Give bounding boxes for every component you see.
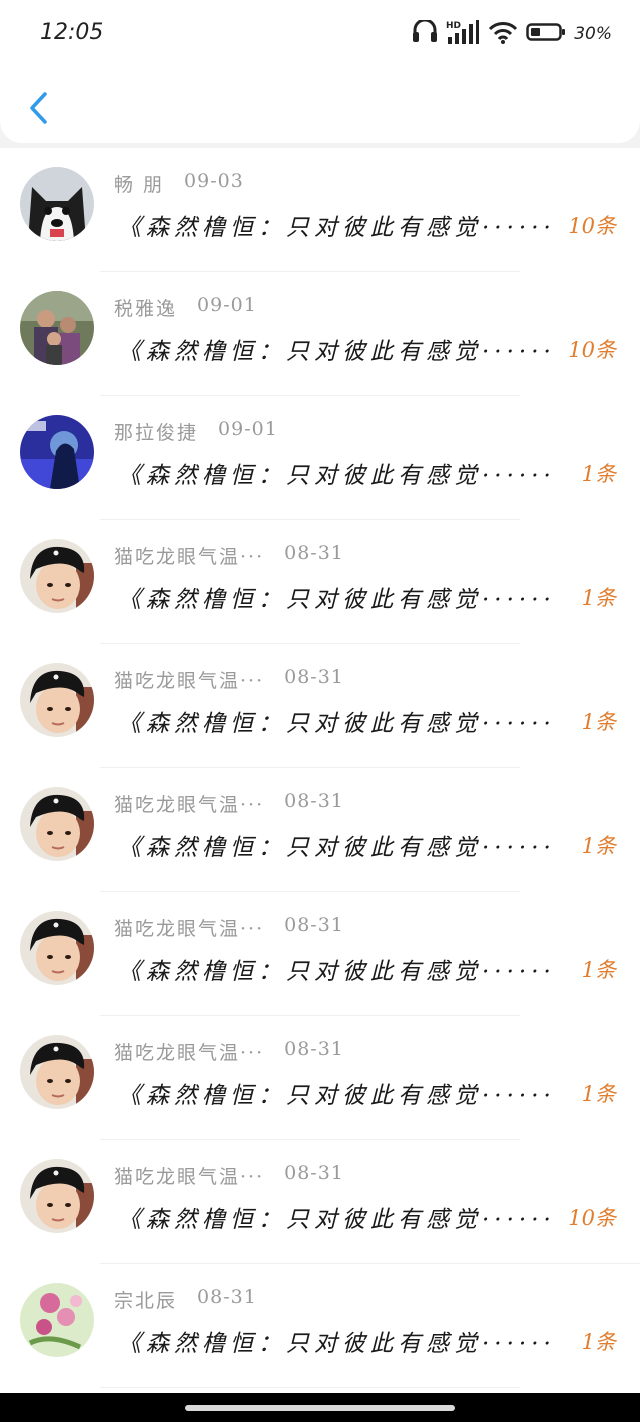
avatar[interactable] xyxy=(20,1159,94,1233)
message-title: 《森然橹恒：只对彼此有感觉······ xyxy=(118,587,556,613)
user-name: 猫吃龙眼气温··· xyxy=(114,1042,265,1064)
message-count: 10条 xyxy=(568,214,616,238)
message-title: 《森然橹恒：只对彼此有感觉······ xyxy=(118,339,556,365)
message-count: 1条 xyxy=(581,834,616,858)
name-line: 猫吃龙眼气温··· xyxy=(114,1162,264,1188)
message-list: 畅 朋 09-03 《森然橹恒：只对彼此有感觉······ 10条 税雅逸 09-01 《森… xyxy=(0,148,640,1393)
message-title: 《森然橹恒：只对彼此有感觉······ xyxy=(118,1083,556,1109)
message-title: 《森然橹恒：只对彼此有感觉······ xyxy=(118,959,556,985)
message-title: 《森然橹恒：只对彼此有感觉······ xyxy=(118,463,556,489)
wifi-icon xyxy=(488,20,518,48)
list-item[interactable]: 猫吃龙眼气温··· 08-31 《森然橹恒：只对彼此有感觉······ 1条 xyxy=(0,1016,640,1140)
avatar[interactable] xyxy=(20,787,94,861)
list-item[interactable]: 那拉俊捷 09-01 《森然橹恒：只对彼此有感觉······ 1条 xyxy=(0,396,640,520)
message-date: 08-31 xyxy=(197,1286,257,1308)
name-line: 畅 朋 xyxy=(114,170,164,196)
hd-signal-icon: HD xyxy=(446,19,480,49)
user-name: 猫吃龙眼气温··· xyxy=(114,918,265,940)
message-date: 09-01 xyxy=(197,294,257,316)
avatar[interactable] xyxy=(20,911,94,985)
user-name: 畅 朋 xyxy=(114,174,165,196)
message-date: 08-31 xyxy=(284,790,344,812)
avatar[interactable] xyxy=(20,167,94,241)
message-count: 1条 xyxy=(581,1330,616,1354)
message-count: 10条 xyxy=(568,338,616,362)
list-item[interactable]: 畅 朋 09-03 《森然橹恒：只对彼此有感觉······ 10条 xyxy=(0,148,640,272)
home-indicator[interactable] xyxy=(185,1405,455,1411)
message-count: 1条 xyxy=(581,462,616,486)
status-bar: 12:05 HD 30% xyxy=(0,0,640,70)
battery-percent: 30% xyxy=(574,24,612,44)
row-divider xyxy=(100,1387,520,1388)
name-line: 猫吃龙眼气温··· xyxy=(114,914,264,940)
list-item[interactable]: 猫吃龙眼气温··· 08-31 《森然橹恒：只对彼此有感觉······ 1条 xyxy=(0,768,640,892)
list-item[interactable]: 猫吃龙眼气温··· 08-31 《森然橹恒：只对彼此有感觉······ 10条 xyxy=(0,1140,640,1264)
chevron-left-icon xyxy=(30,92,47,124)
list-item[interactable]: 税雅逸 09-01 《森然橹恒：只对彼此有感觉······ 10条 xyxy=(0,272,640,396)
name-line: 宗北辰 xyxy=(114,1286,177,1312)
message-title: 《森然橹恒：只对彼此有感觉······ xyxy=(118,1331,556,1357)
message-date: 08-31 xyxy=(284,1162,344,1184)
back-button[interactable] xyxy=(18,86,58,130)
avatar[interactable] xyxy=(20,663,94,737)
message-date: 09-03 xyxy=(184,170,244,192)
status-icons: HD 30% xyxy=(412,18,612,49)
avatar[interactable] xyxy=(20,291,94,365)
message-title: 《森然橹恒：只对彼此有感觉······ xyxy=(118,215,556,241)
list-item[interactable]: 猫吃龙眼气温··· 08-31 《森然橹恒：只对彼此有感觉······ 1条 xyxy=(0,644,640,768)
message-count: 1条 xyxy=(581,1082,616,1106)
list-item[interactable]: 猫吃龙眼气温··· 08-31 《森然橹恒：只对彼此有感觉······ 1条 xyxy=(0,520,640,644)
system-nav-bar xyxy=(0,1393,640,1422)
list-item[interactable]: 宗北辰 08-31 《森然橹恒：只对彼此有感觉······ 1条 xyxy=(0,1264,640,1388)
message-date: 08-31 xyxy=(284,666,344,688)
user-name: 宗北辰 xyxy=(114,1290,178,1312)
name-line: 猫吃龙眼气温··· xyxy=(114,790,264,816)
name-line: 那拉俊捷 xyxy=(114,418,198,444)
list-item[interactable]: 猫吃龙眼气温··· 08-31 《森然橹恒：只对彼此有感觉······ 1条 xyxy=(0,892,640,1016)
battery-icon xyxy=(526,21,566,47)
avatar[interactable] xyxy=(20,415,94,489)
user-name: 猫吃龙眼气温··· xyxy=(114,1166,265,1188)
message-title: 《森然橹恒：只对彼此有感觉······ xyxy=(118,835,556,861)
message-count: 1条 xyxy=(581,710,616,734)
headphone-icon xyxy=(412,18,438,48)
user-name: 税雅逸 xyxy=(114,298,178,320)
message-count: 10条 xyxy=(568,1206,616,1230)
name-line: 猫吃龙眼气温··· xyxy=(114,666,264,692)
status-time: 12:05 xyxy=(40,20,104,45)
name-line: 税雅逸 xyxy=(114,294,177,320)
user-name: 猫吃龙眼气温··· xyxy=(114,670,265,692)
header: 12:05 HD 30% xyxy=(0,0,640,143)
user-name: 猫吃龙眼气温··· xyxy=(114,546,265,568)
message-title: 《森然橹恒：只对彼此有感觉······ xyxy=(118,1207,556,1233)
message-date: 09-01 xyxy=(218,418,278,440)
avatar[interactable] xyxy=(20,1283,94,1357)
avatar[interactable] xyxy=(20,1035,94,1109)
user-name: 猫吃龙眼气温··· xyxy=(114,794,265,816)
user-name: 那拉俊捷 xyxy=(114,422,199,444)
name-line: 猫吃龙眼气温··· xyxy=(114,542,264,568)
message-count: 1条 xyxy=(581,958,616,982)
message-date: 08-31 xyxy=(284,1038,344,1060)
name-line: 猫吃龙眼气温··· xyxy=(114,1038,264,1064)
avatar[interactable] xyxy=(20,539,94,613)
message-count: 1条 xyxy=(581,586,616,610)
message-date: 08-31 xyxy=(284,542,344,564)
svg-text:HD: HD xyxy=(446,21,461,31)
message-title: 《森然橹恒：只对彼此有感觉······ xyxy=(118,711,556,737)
message-date: 08-31 xyxy=(284,914,344,936)
